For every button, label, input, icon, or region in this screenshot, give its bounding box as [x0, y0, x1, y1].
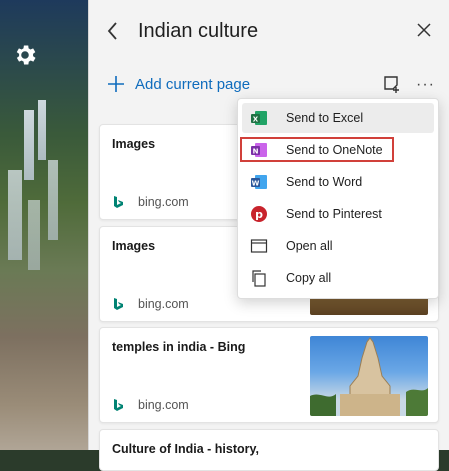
svg-text:N: N	[253, 148, 259, 156]
menu-item-label: Send to Excel	[286, 111, 364, 125]
context-menu: X Send to Excel N Send to OneNote W Send…	[237, 98, 439, 299]
onenote-icon: N	[250, 141, 268, 159]
pinterest-icon: p	[250, 205, 268, 223]
word-icon: W	[250, 173, 268, 191]
copy-icon	[250, 269, 268, 287]
card-source-label: bing.com	[138, 398, 189, 412]
bing-icon	[114, 298, 123, 310]
more-icon[interactable]: ···	[416, 76, 435, 94]
bing-icon	[114, 196, 123, 208]
chevron-left-icon[interactable]	[105, 20, 121, 42]
menu-item-label: Send to OneNote	[286, 143, 383, 157]
excel-icon: X	[250, 109, 268, 127]
card-thumbnail	[310, 336, 428, 416]
card-title: temples in india - Bing	[112, 340, 246, 354]
temple-image	[310, 337, 428, 416]
collection-card[interactable]: temples in india - Bing bing.com	[99, 327, 439, 423]
svg-text:p: p	[255, 208, 263, 221]
gear-icon[interactable]	[12, 42, 38, 68]
bing-icon	[114, 399, 123, 411]
add-note-icon[interactable]	[382, 74, 402, 94]
close-icon[interactable]	[416, 22, 432, 38]
plus-icon	[108, 76, 124, 92]
menu-item-label: Copy all	[286, 271, 332, 285]
svg-text:X: X	[253, 116, 259, 124]
menu-item-open-all[interactable]: Open all	[242, 231, 434, 261]
window-icon	[250, 237, 268, 255]
panel-header: Indian culture	[89, 0, 449, 64]
add-current-page-button[interactable]: Add current page	[107, 72, 250, 96]
page-title: Indian culture	[138, 20, 259, 42]
collection-card[interactable]: Culture of India - history,	[99, 429, 439, 471]
menu-item-send-to-pinterest[interactable]: p Send to Pinterest	[242, 199, 434, 229]
card-source-label: bing.com	[138, 297, 189, 311]
card-source: bing.com	[112, 195, 189, 209]
svg-text:W: W	[252, 180, 260, 188]
menu-item-send-to-excel[interactable]: X Send to Excel	[242, 103, 434, 133]
menu-item-copy-all[interactable]: Copy all	[242, 263, 434, 293]
menu-item-send-to-onenote[interactable]: N Send to OneNote	[242, 135, 434, 165]
card-source-label: bing.com	[138, 195, 189, 209]
menu-item-label: Open all	[286, 239, 333, 253]
menu-item-label: Send to Pinterest	[286, 207, 382, 221]
menu-item-label: Send to Word	[286, 175, 363, 189]
card-source: bing.com	[112, 398, 189, 412]
card-source: bing.com	[112, 297, 189, 311]
menu-item-send-to-word[interactable]: W Send to Word	[242, 167, 434, 197]
add-current-page-label: Add current page	[135, 75, 251, 93]
card-title: Culture of India - history,	[112, 442, 259, 456]
